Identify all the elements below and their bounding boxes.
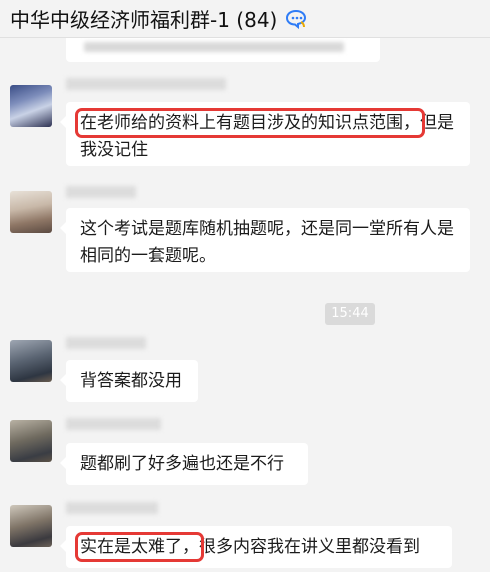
group-title[interactable]: 中华中级经济师福利群-1 (84): [10, 4, 277, 33]
message-bubble[interactable]: 实在是太难了，很多内容我在讲义里都没看到: [60, 526, 452, 568]
sender-name: [66, 502, 158, 514]
sender-name: [66, 186, 136, 198]
message-text: 题都刷了好多遍也还是不行: [80, 454, 284, 474]
message-bubble[interactable]: 在老师给的资料上有题目涉及的知识点范围，但是我没记住: [60, 102, 470, 166]
time-divider: 15:44: [325, 303, 375, 325]
sender-name: [66, 337, 146, 349]
chat-header: 中华中级经济师福利群-1 (84): [0, 0, 490, 38]
chat-window: 中华中级经济师福利群-1 (84) 在老师给的资料上有题目涉及的知识点范围，但是…: [0, 0, 490, 572]
sender-name: [66, 78, 226, 90]
avatar[interactable]: [10, 505, 52, 547]
avatar[interactable]: [10, 340, 52, 382]
highlighted-text: 在老师给的资料上有题目涉及的知识点范围，: [75, 108, 425, 138]
message-text: 这个考试是题库随机抽题呢，还是同一堂所有人是相同的一套题呢。: [80, 219, 454, 266]
avatar[interactable]: [10, 420, 52, 462]
sender-name: [66, 418, 161, 430]
message-text: 很多内容我在讲义里都没看到: [199, 537, 420, 557]
avatar[interactable]: [10, 191, 52, 233]
message-text: 背答案都没用: [80, 371, 182, 391]
group-chat-icon[interactable]: [284, 7, 308, 31]
message-bubble[interactable]: 题都刷了好多遍也还是不行: [60, 443, 308, 485]
avatar[interactable]: [10, 85, 52, 127]
highlighted-text: 实在是太难了，: [75, 532, 204, 562]
message-bubble[interactable]: 背答案都没用: [60, 360, 198, 402]
message-bubble[interactable]: 这个考试是题库随机抽题呢，还是同一堂所有人是相同的一套题呢。: [60, 208, 470, 272]
